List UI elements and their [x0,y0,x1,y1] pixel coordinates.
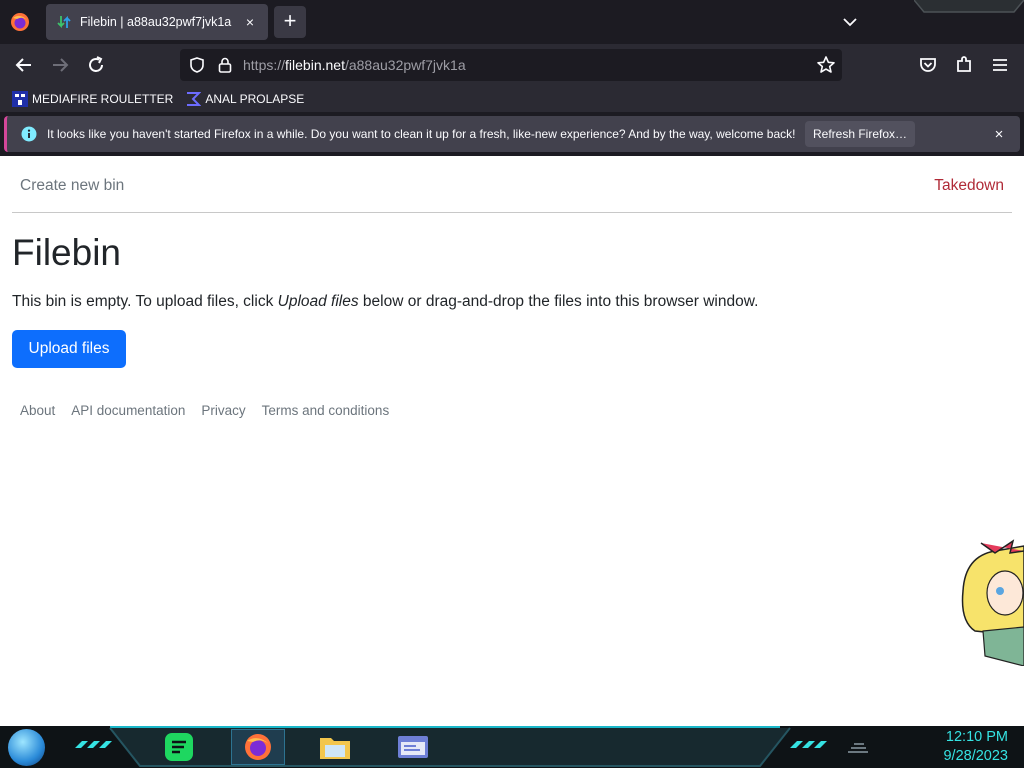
description-emphasis: Upload files [277,293,359,310]
page-content: Create new bin Takedown Filebin This bin… [0,156,1024,726]
empty-bin-description: This bin is empty. To upload files, clic… [12,293,758,311]
filebin-favicon-icon [57,15,71,29]
footer-link-api-documentation[interactable]: API documentation [71,403,185,418]
taskbar-firefox-app[interactable] [231,729,285,765]
application-window-icon [398,736,428,758]
notification-message: It looks like you haven't started Firefo… [47,127,796,141]
taskbar-spotify-app[interactable] [152,729,206,765]
pocket-icon[interactable] [916,53,940,77]
footer-link-privacy[interactable]: Privacy [201,403,245,418]
clock-time: 12:10 PM [945,729,1008,745]
address-bar[interactable]: https://filebin.net/a88au32pwf7jvk1a [180,49,842,81]
clock-date: 9/28/2023 [943,748,1008,764]
bookmark-mediafire-rouletter[interactable]: MEDIAFIRE ROULETTER [12,91,173,107]
description-text-start: This bin is empty. To upload files, clic… [12,293,278,310]
tab-filebin[interactable]: Filebin | a88au32pwf7jvk1a × [46,4,268,40]
close-notification-icon[interactable]: × [990,125,1008,143]
bookmark-anal-prolapse[interactable]: ANAL PROLAPSE [185,91,304,107]
tab-title: Filebin | a88au32pwf7jvk1a [80,15,232,29]
firefox-taskbar-icon [245,734,271,760]
new-tab-button[interactable]: + [274,6,306,38]
taskbar-window-app[interactable] [386,729,440,765]
url-scheme: https:// [243,57,286,73]
start-orb-button[interactable] [8,729,45,766]
taskbar: 12:10 PM 9/28/2023 [0,726,1024,768]
tracking-protection-shield-icon[interactable] [188,56,206,74]
bookmark-star-icon[interactable] [816,55,836,75]
refresh-firefox-notification: It looks like you haven't started Firefo… [4,116,1020,152]
firefox-icon[interactable] [10,12,30,32]
mediafire-bookmark-icon [12,91,28,107]
reload-icon[interactable] [84,53,108,77]
takedown-link[interactable]: Takedown [934,177,1004,195]
forward-arrow-icon[interactable] [48,53,72,77]
page-title: Filebin [12,232,121,273]
url-text[interactable]: https://filebin.net/a88au32pwf7jvk1a [243,57,466,73]
footer-link-about[interactable]: About [20,403,55,418]
folder-icon [320,738,350,759]
hamburger-menu-icon[interactable] [988,53,1012,77]
bookmark-label: ANAL PROLAPSE [205,92,305,106]
back-arrow-icon[interactable] [12,53,36,77]
footer-link-terms[interactable]: Terms and conditions [262,403,390,418]
upload-files-button[interactable]: Upload files [12,330,126,368]
desktop-character-sticker [961,539,1024,666]
window-frame-decoration [914,0,1024,13]
navigation-toolbar: https://filebin.net/a88au32pwf7jvk1a [0,44,1024,86]
tab-strip: Filebin | a88au32pwf7jvk1a × + [0,0,1024,44]
close-tab-icon[interactable]: × [240,12,260,32]
taskbar-file-explorer-app[interactable] [308,729,362,765]
info-icon [21,126,37,142]
lock-icon[interactable] [216,56,234,74]
bookmarks-toolbar: MEDIAFIRE ROULETTER ANAL PROLAPSE [0,86,1024,112]
footer-links: About API documentation Privacy Terms an… [20,403,405,418]
create-new-bin-link[interactable]: Create new bin [20,177,124,195]
site-navbar: Create new bin Takedown [12,156,1012,213]
spotify-icon [165,733,193,761]
extensions-puzzle-icon[interactable] [952,53,976,77]
url-path: /a88au32pwf7jvk1a [344,57,466,73]
description-text-end: below or drag-and-drop the files into th… [358,293,759,310]
url-domain: filebin.net [285,57,345,73]
tray-overflow-icon[interactable] [846,740,870,754]
bookmark-label: MEDIAFIRE ROULETTER [32,92,174,106]
chevron-down-icon[interactable] [840,12,860,32]
taskbar-clock[interactable]: 12:10 PM 9/28/2023 [943,728,1008,766]
refresh-firefox-button[interactable]: Refresh Firefox… [805,121,915,147]
sigma-bookmark-icon [187,92,202,106]
